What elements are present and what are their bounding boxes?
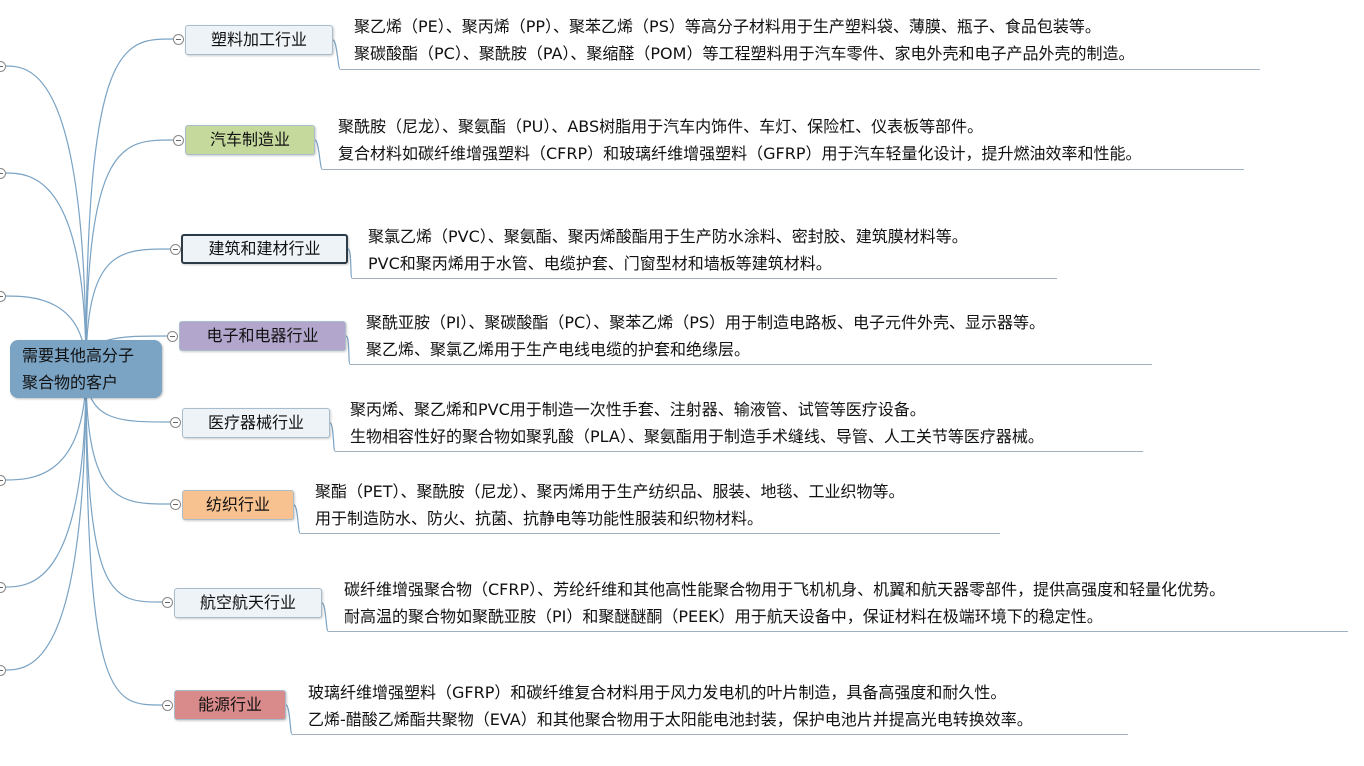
collapse-icon[interactable] bbox=[173, 34, 184, 45]
collapse-icon[interactable] bbox=[173, 135, 184, 146]
detail-connector bbox=[285, 704, 293, 735]
branch-topic-electronics[interactable]: 电子和电器行业 bbox=[179, 321, 346, 351]
root-topic-line-1: 需要其他高分子 bbox=[22, 346, 135, 365]
detail-text[interactable]: PVC和聚丙烯用于水管、电缆护套、门窗型材和墙板等建筑材料。 bbox=[368, 250, 832, 277]
collapse-icon[interactable] bbox=[167, 331, 178, 342]
branch-topic-plastics[interactable]: 塑料加工行业 bbox=[185, 25, 333, 55]
parent-connector bbox=[3, 369, 87, 671]
detail-text[interactable]: 碳纤维增强聚合物（CFRP）、芳纶纤维和其他高性能聚合物用于飞机机身、机翼和航天… bbox=[344, 576, 1225, 603]
branch-topic-aerospace[interactable]: 航空航天行业 bbox=[174, 588, 322, 618]
detail-text[interactable]: 用于制造防水、防火、抗菌、抗静电等功能性服装和织物材料。 bbox=[315, 505, 763, 532]
detail-connector bbox=[347, 248, 353, 279]
collapse-icon[interactable] bbox=[170, 417, 181, 428]
detail-text[interactable]: 聚酯（PET）、聚酰胺（尼龙）、聚丙烯用于生产纺织品、服装、地毯、工业织物等。 bbox=[315, 478, 905, 505]
detail-text[interactable]: 聚丙烯、聚乙烯和PVC用于制造一次性手套、注射器、输液管、试管等医疗设备。 bbox=[350, 396, 926, 423]
branch-label: 能源行业 bbox=[197, 695, 262, 714]
detail-text[interactable]: 耐高温的聚合物如聚酰亚胺（PI）和聚醚醚酮（PEEK）用于航天设备中，保证材料在… bbox=[344, 603, 1103, 630]
detail-text[interactable]: 生物相容性好的聚合物如聚乳酸（PLA）、聚氨酯用于制造手术缝线、导管、人工关节等… bbox=[350, 423, 1044, 450]
branch-topic-automotive[interactable]: 汽车制造业 bbox=[185, 125, 315, 155]
detail-text[interactable]: 聚乙烯、聚氯乙烯用于生产电线电缆的护套和绝缘层。 bbox=[366, 336, 750, 363]
detail-connector bbox=[329, 422, 336, 452]
detail-connector bbox=[332, 39, 341, 70]
detail-underline bbox=[350, 364, 1152, 365]
detail-text[interactable]: 乙烯-醋酸乙烯酯共聚物（EVA）和其他聚合物用于太阳能电池封装，保护电池片并提高… bbox=[308, 706, 1033, 733]
parent-connector bbox=[3, 369, 87, 588]
branch-topic-medical[interactable]: 医疗器械行业 bbox=[182, 408, 330, 438]
branch-label: 电子和电器行业 bbox=[206, 326, 319, 345]
detail-text[interactable]: 聚酰胺（尼龙）、聚氨酯（PU）、ABS树脂用于汽车内饰件、车灯、保险杠、仪表板等… bbox=[338, 113, 983, 140]
branch-topic-construction[interactable]: 建筑和建材行业 bbox=[181, 234, 348, 264]
detail-underline bbox=[292, 734, 1128, 735]
detail-connector bbox=[345, 335, 351, 365]
detail-text[interactable]: 复合材料如碳纤维增强塑料（CFRP）和玻璃纤维增强塑料（GFRP）用于汽车轻量化… bbox=[338, 140, 1142, 167]
detail-connector bbox=[321, 602, 329, 632]
detail-underline bbox=[335, 451, 1143, 452]
branch-connector bbox=[85, 369, 163, 603]
detail-text[interactable]: 聚碳酸酯（PC）、聚酰胺（PA）、聚缩醛（POM）等工程塑料用于汽车零件、家电外… bbox=[354, 40, 1134, 67]
branch-label: 塑料加工行业 bbox=[210, 30, 307, 49]
collapse-icon[interactable] bbox=[170, 499, 181, 510]
detail-underline bbox=[328, 631, 1348, 632]
branch-label: 医疗器械行业 bbox=[207, 413, 304, 432]
collapse-icon[interactable] bbox=[162, 700, 173, 711]
branch-connector bbox=[85, 38, 174, 371]
collapse-icon[interactable] bbox=[170, 244, 181, 255]
branch-label: 汽车制造业 bbox=[209, 130, 290, 149]
branch-topic-textile[interactable]: 纺织行业 bbox=[182, 490, 294, 520]
branch-label: 纺织行业 bbox=[205, 495, 270, 514]
detail-connector bbox=[314, 139, 323, 170]
branch-topic-energy[interactable]: 能源行业 bbox=[174, 690, 286, 720]
detail-connector bbox=[293, 504, 301, 534]
detail-underline bbox=[300, 533, 1000, 534]
detail-text[interactable]: 玻璃纤维增强塑料（GFRP）和碳纤维复合材料用于风力发电机的叶片制造，具备高强度… bbox=[308, 679, 1006, 706]
detail-text[interactable]: 聚酰亚胺（PI）、聚碳酸酯（PC）、聚苯乙烯（PS）用于制造电路板、电子元件外壳… bbox=[366, 309, 1045, 336]
detail-underline bbox=[340, 69, 1260, 70]
detail-underline bbox=[322, 169, 1244, 170]
branch-label: 建筑和建材行业 bbox=[208, 239, 321, 258]
detail-text[interactable]: 聚氯乙烯（PVC）、聚氨酯、聚丙烯酸酯用于生产防水涂料、密封胶、建筑膜材料等。 bbox=[368, 223, 968, 250]
detail-text[interactable]: 聚乙烯（PE）、聚丙烯（PP）、聚苯乙烯（PS）等高分子材料用于生产塑料袋、薄膜… bbox=[354, 13, 1101, 40]
detail-underline bbox=[352, 278, 1057, 279]
branch-label: 航空航天行业 bbox=[199, 593, 296, 612]
collapse-icon[interactable] bbox=[162, 597, 173, 608]
root-topic-line-2: 聚合物的客户 bbox=[22, 373, 119, 392]
parent-connector bbox=[3, 65, 87, 371]
root-topic[interactable]: 需要其他高分子 聚合物的客户 bbox=[10, 340, 162, 398]
